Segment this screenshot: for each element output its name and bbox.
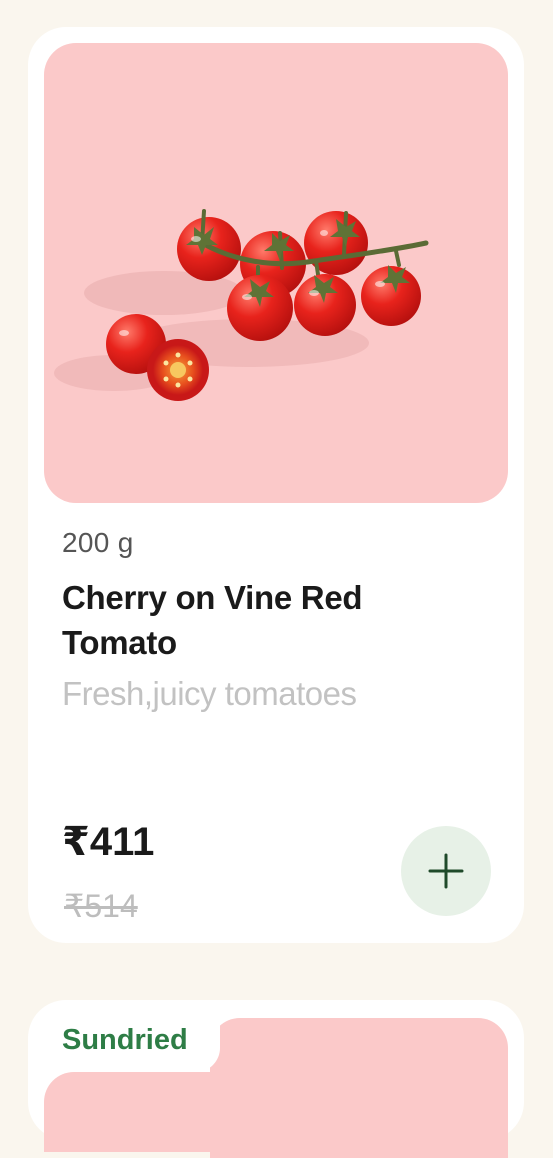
- product-image[interactable]: [44, 43, 508, 503]
- product-tag: Sundried: [62, 1024, 188, 1056]
- product-name[interactable]: Cherry on Vine Red Tomato: [62, 575, 482, 665]
- product-description: Fresh,juicy tomatoes: [62, 675, 357, 712]
- product-weight: 200 g: [62, 527, 134, 558]
- cherry-tomatoes-image: [54, 209, 429, 401]
- product-card[interactable]: 200 g Cherry on Vine Red Tomato Fresh,ju…: [28, 27, 524, 943]
- product-card[interactable]: Sundried: [28, 1000, 524, 1158]
- product-price: ₹411: [62, 820, 155, 864]
- product-image-lower: [44, 1072, 244, 1152]
- product-mrp: ₹514: [64, 888, 138, 924]
- plus-icon: [428, 853, 464, 889]
- add-to-cart-button[interactable]: [401, 826, 491, 916]
- product-image[interactable]: [210, 1018, 508, 1158]
